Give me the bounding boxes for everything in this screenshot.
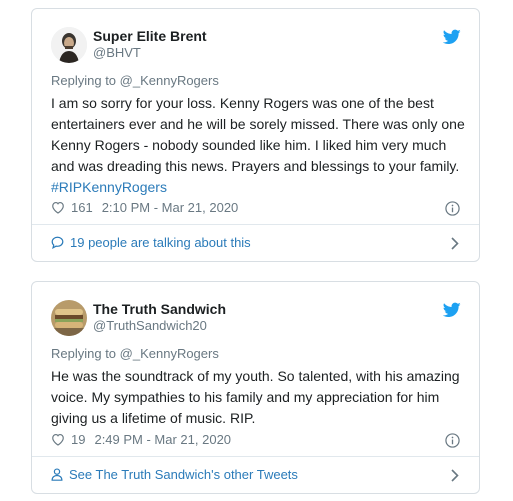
conversation-link[interactable]: 19 people are talking about this: [51, 235, 251, 250]
person-icon: [51, 468, 63, 481]
chevron-right-icon[interactable]: [451, 469, 459, 482]
twitter-bird-icon[interactable]: [443, 302, 461, 318]
info-icon[interactable]: [445, 433, 460, 448]
heart-icon[interactable]: [51, 201, 65, 214]
tweet-timestamp[interactable]: 2:49 PM - Mar 21, 2020: [94, 432, 231, 447]
hashtag-link[interactable]: #RIPKennyRogers: [51, 179, 167, 195]
conversation-link-label[interactable]: 19 people are talking about this: [70, 235, 251, 250]
avatar[interactable]: [51, 300, 87, 336]
author-name[interactable]: The Truth Sandwich: [93, 301, 226, 317]
tweet-timestamp[interactable]: 2:10 PM - Mar 21, 2020: [102, 200, 239, 215]
author-handle[interactable]: @TruthSandwich20: [93, 318, 207, 333]
info-icon[interactable]: [445, 201, 460, 216]
tweet-card: Super Elite Brent @BHVT Replying to @_Ke…: [31, 8, 480, 262]
heart-icon[interactable]: [51, 433, 65, 446]
tweet-text-body: I am so sorry for your loss. Kenny Roger…: [51, 95, 465, 174]
profile-link-label[interactable]: See The Truth Sandwich's other Tweets: [69, 467, 298, 482]
author-handle[interactable]: @BHVT: [93, 45, 141, 60]
tweet-card: The Truth Sandwich @TruthSandwich20 Repl…: [31, 281, 480, 494]
tweet-meta: 161 2:10 PM - Mar 21, 2020: [51, 200, 238, 215]
tweet-footer[interactable]: See The Truth Sandwich's other Tweets: [32, 456, 479, 493]
tweet-footer[interactable]: 19 people are talking about this: [32, 224, 479, 261]
like-count: 19: [71, 432, 86, 447]
replying-to[interactable]: Replying to @_KennyRogers: [51, 73, 219, 88]
author-name[interactable]: Super Elite Brent: [93, 28, 207, 44]
replying-to[interactable]: Replying to @_KennyRogers: [51, 346, 219, 361]
like-count: 161: [71, 200, 93, 215]
tweet-text: He was the soundtrack of my youth. So ta…: [51, 368, 460, 426]
tweet-meta: 19 2:49 PM - Mar 21, 2020: [51, 432, 231, 447]
tweet-text: I am so sorry for your loss. Kenny Roger…: [51, 93, 467, 198]
speech-bubble-icon: [51, 236, 64, 249]
profile-link[interactable]: See The Truth Sandwich's other Tweets: [51, 467, 298, 482]
chevron-right-icon[interactable]: [451, 237, 459, 250]
avatar[interactable]: [51, 27, 87, 63]
twitter-bird-icon[interactable]: [443, 29, 461, 45]
